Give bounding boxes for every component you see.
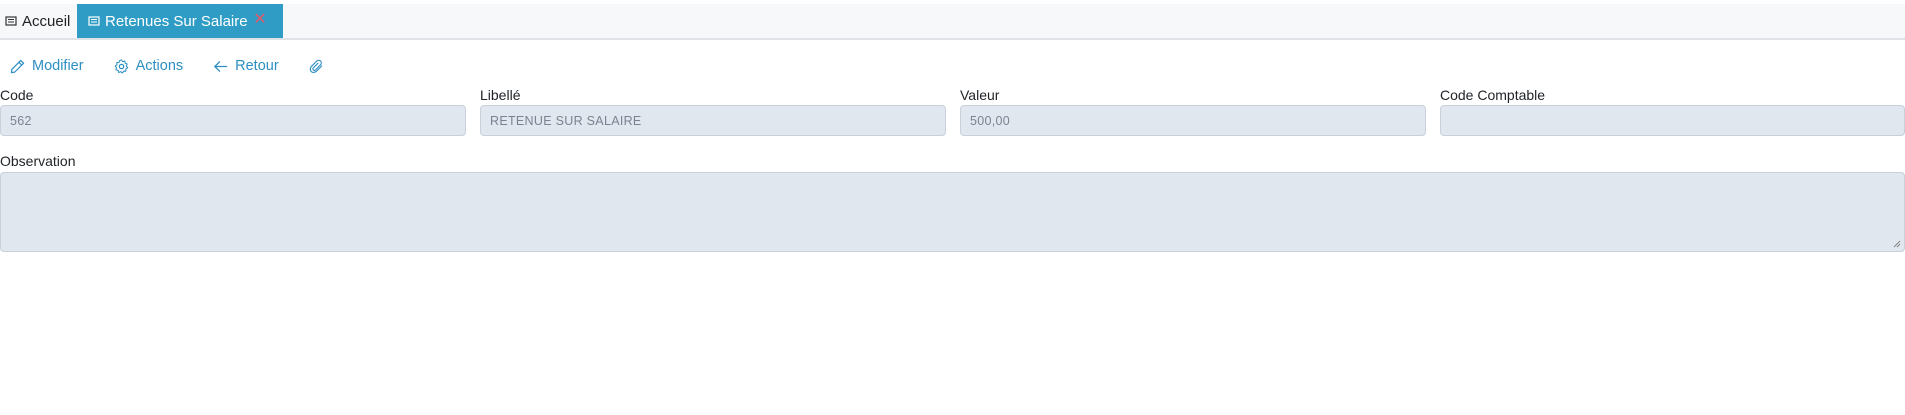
list-icon	[5, 16, 17, 26]
valeur-label: Valeur	[960, 87, 1000, 103]
actions-button-label: Actions	[135, 58, 184, 74]
libelle-label: Libellé	[480, 87, 521, 103]
tab-home[interactable]: Accueil	[0, 4, 80, 38]
code-label: Code	[0, 87, 34, 103]
modify-button-label: Modifier	[32, 58, 84, 74]
tab-active-label: Retenues Sur Salaire	[105, 12, 248, 30]
arrow-left-icon	[214, 60, 228, 72]
observation-textarea[interactable]	[0, 172, 1905, 252]
gear-icon	[114, 58, 128, 73]
code-comptable-label: Code Comptable	[1440, 87, 1546, 103]
tab-bar: Accueil Retenues Sur Salaire ✕	[0, 4, 1905, 40]
libelle-field[interactable]: RETENUE SUR SALAIRE	[480, 105, 946, 136]
paperclip-icon	[309, 59, 322, 73]
resize-handle-icon[interactable]	[1893, 240, 1901, 248]
actions-button[interactable]: Actions	[114, 58, 184, 74]
back-button-label: Retour	[235, 58, 279, 74]
modify-button[interactable]: Modifier	[10, 58, 84, 74]
tab-retenues-sur-salaire[interactable]: Retenues Sur Salaire ✕	[77, 4, 283, 38]
tab-home-label: Accueil	[22, 12, 71, 30]
pencil-icon	[10, 59, 25, 73]
back-button[interactable]: Retour	[213, 58, 279, 74]
valeur-field[interactable]: 500,00	[960, 105, 1426, 136]
toolbar: Modifier Actions Retour	[0, 55, 354, 77]
code-comptable-field[interactable]	[1440, 105, 1905, 136]
code-field[interactable]: 562	[0, 105, 466, 136]
attachment-button[interactable]	[309, 59, 324, 74]
close-icon[interactable]: ✕	[253, 12, 267, 28]
observation-label: Observation	[0, 153, 76, 169]
list-icon	[88, 16, 100, 26]
